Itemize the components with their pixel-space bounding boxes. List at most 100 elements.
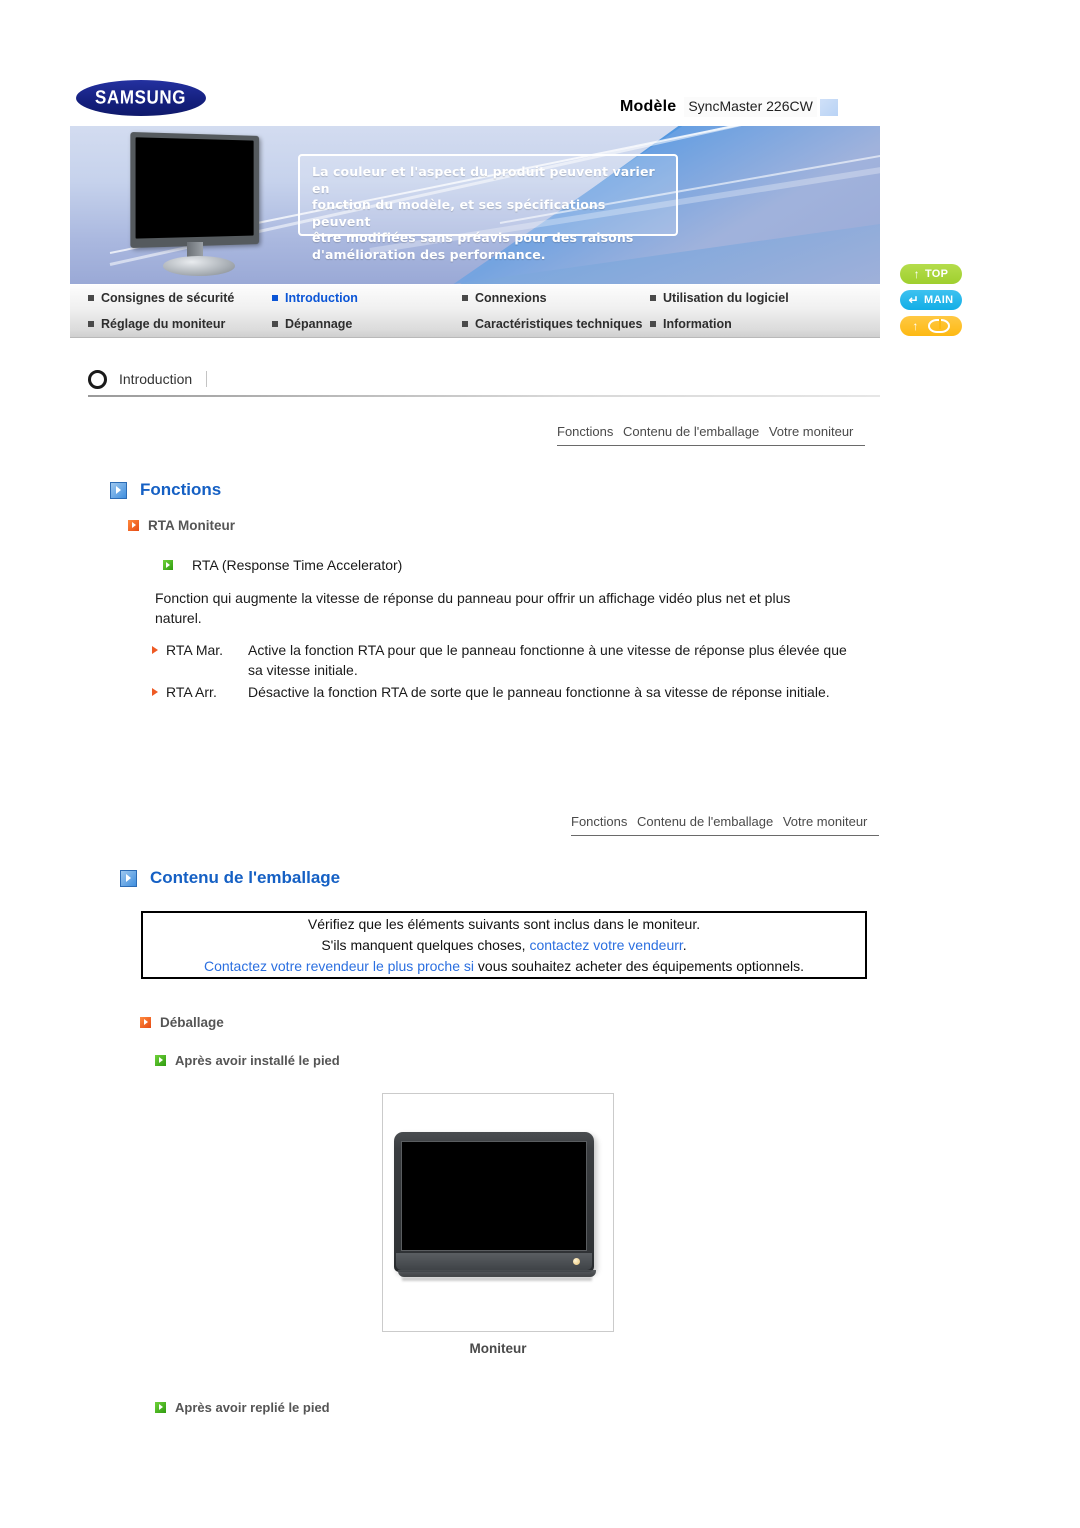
breadcrumb-item-contenu[interactable]: Contenu de l'emballage xyxy=(623,424,759,439)
package-notice-box: Vérifiez que les éléments suivants sont … xyxy=(141,911,867,979)
monitor-screen xyxy=(401,1141,587,1251)
rta-acronym-line: RTA (Response Time Accelerator) xyxy=(163,557,402,573)
green-arrow-icon xyxy=(155,1055,166,1066)
monitor-foot xyxy=(398,1270,596,1277)
nav-item-label: Caractéristiques techniques xyxy=(475,317,643,331)
bullet-square-icon xyxy=(272,321,278,327)
triangle-bullet-icon xyxy=(152,646,158,654)
banner-notice-box: La couleur et l'aspect du produit peuven… xyxy=(298,154,678,262)
notice-line2-post: . xyxy=(682,936,687,953)
banner-monitor-illustration xyxy=(125,131,270,276)
model-label: Modèle xyxy=(620,98,677,115)
notice-line3-post: vous souhaitez acheter des équipements o… xyxy=(474,957,805,974)
contact-nearest-reseller-link[interactable]: Contactez votre revendeur le plus proche… xyxy=(204,958,474,974)
section-tab-label: Introduction xyxy=(119,371,208,387)
banner-notice-line-3: être modifiées sans préavis pour des rai… xyxy=(312,230,634,245)
heading-rta-moniteur-label: RTA Moniteur xyxy=(148,518,235,533)
top-button-label: TOP xyxy=(924,268,949,280)
package-notice-line-2: S'ils manquent quelques choses, contacte… xyxy=(321,935,686,956)
nav-item-depannage[interactable]: Dépannage xyxy=(272,311,352,337)
triangle-bullet-icon xyxy=(152,688,158,696)
breadcrumb-second: Fonctions Contenu de l'emballage Votre m… xyxy=(571,814,879,836)
bullet-square-icon xyxy=(88,321,94,327)
subheading-apres-replie-pied: Après avoir replié le pied xyxy=(155,1400,330,1415)
definition-description: Active la fonction RTA pour que le panne… xyxy=(248,642,847,678)
nav-item-connexions[interactable]: Connexions xyxy=(462,285,547,311)
main-navigation: Consignes de sécurité Introduction Conne… xyxy=(70,285,880,338)
nav-item-label: Utilisation du logiciel xyxy=(663,291,789,305)
list-item: RTA Mar. Active la fonction RTA pour que… xyxy=(152,640,852,680)
main-button-label: MAIN xyxy=(924,294,954,306)
package-notice-line-3: Contactez votre revendeur le plus proche… xyxy=(204,956,804,977)
blue-arrow-icon xyxy=(120,869,137,887)
notice-line2-pre: S'ils manquent quelques choses, xyxy=(321,936,530,953)
section-tab: Introduction xyxy=(88,366,208,392)
fonctions-paragraph: Fonction qui augmente la vitesse de répo… xyxy=(155,590,791,626)
reader-button[interactable]: ↑ xyxy=(900,316,962,336)
banner-monitor-bezel xyxy=(130,131,260,249)
nav-item-label: Introduction xyxy=(285,291,358,305)
heading-contenu-emballage: Contenu de l'emballage xyxy=(120,868,340,888)
model-value: SyncMaster 226CW xyxy=(684,97,817,117)
heading-deballage: Déballage xyxy=(140,1015,224,1030)
nav-item-consignes-de-securite[interactable]: Consignes de sécurité xyxy=(88,285,234,311)
glasses-icon xyxy=(927,319,950,333)
banner-monitor-base xyxy=(163,256,235,276)
subheading-installe-label: Après avoir installé le pied xyxy=(175,1053,340,1068)
side-button-group: ↑ TOP ↵ MAIN ↑ xyxy=(900,264,970,342)
model-color-swatch xyxy=(819,98,838,116)
bullet-square-icon xyxy=(650,295,656,301)
breadcrumb-item-moniteur[interactable]: Votre moniteur xyxy=(783,814,868,829)
breadcrumb-item-contenu[interactable]: Contenu de l'emballage xyxy=(637,814,773,829)
hero-banner: La couleur et l'aspect du produit peuven… xyxy=(70,126,880,284)
rta-acronym-label: RTA (Response Time Accelerator) xyxy=(192,557,403,573)
logo-text: SAMSUNG xyxy=(95,86,187,109)
orange-arrow-icon xyxy=(140,1017,151,1028)
nav-item-caracteristiques-techniques[interactable]: Caractéristiques techniques xyxy=(462,311,642,337)
breadcrumb-item-moniteur[interactable]: Votre moniteur xyxy=(769,424,854,439)
breadcrumb-item-fonctions[interactable]: Fonctions xyxy=(571,814,627,829)
subheading-apres-installe-pied: Après avoir installé le pied xyxy=(155,1053,340,1068)
arrow-up-icon: ↑ xyxy=(912,319,919,333)
monitor-chin xyxy=(396,1253,592,1270)
nav-item-label: Connexions xyxy=(475,291,547,305)
bullet-square-icon xyxy=(462,295,468,301)
nav-item-introduction[interactable]: Introduction xyxy=(272,285,358,311)
go-main-button[interactable]: ↵ MAIN xyxy=(900,290,962,310)
bullet-square-icon xyxy=(88,295,94,301)
rta-definition-list: RTA Mar. Active la fonction RTA pour que… xyxy=(152,640,852,704)
arrow-curve-icon: ↵ xyxy=(908,293,920,307)
monitor-figure-box xyxy=(382,1093,614,1332)
model-row: Modèle SyncMaster 226CW xyxy=(620,96,838,118)
arrow-up-icon: ↑ xyxy=(913,267,920,281)
monitor-shadow xyxy=(402,1277,592,1281)
section-divider xyxy=(88,395,880,397)
nav-item-label: Consignes de sécurité xyxy=(101,291,235,305)
logo-ellipse: SAMSUNG xyxy=(76,80,206,116)
banner-monitor-screen xyxy=(135,137,254,239)
list-item: RTA Arr. Désactive la fonction RTA de so… xyxy=(152,682,852,702)
heading-rta-moniteur: RTA Moniteur xyxy=(128,518,235,533)
package-notice-line-1: Vérifiez que les éléments suivants sont … xyxy=(307,915,701,932)
nav-item-label: Information xyxy=(663,317,732,331)
banner-notice-line-2: fonction du modèle, et ses spécification… xyxy=(312,197,606,229)
nav-item-information[interactable]: Information xyxy=(650,311,732,337)
breadcrumb-item-fonctions[interactable]: Fonctions xyxy=(557,424,613,439)
scroll-to-top-button[interactable]: ↑ TOP xyxy=(900,264,962,284)
heading-fonctions-label: Fonctions xyxy=(140,480,222,499)
definition-term: RTA Mar. xyxy=(166,642,224,658)
figure-caption: Moniteur xyxy=(469,1341,527,1356)
orange-arrow-icon xyxy=(128,520,139,531)
samsung-logo: SAMSUNG xyxy=(76,78,212,118)
definition-term: RTA Arr. xyxy=(166,684,217,700)
monitor-illustration xyxy=(394,1132,601,1287)
definition-description: Désactive la fonction RTA de sorte que l… xyxy=(248,684,830,700)
banner-notice-line-4: d'amélioration des performance. xyxy=(312,246,546,262)
nav-item-utilisation-du-logiciel[interactable]: Utilisation du logiciel xyxy=(650,285,789,311)
document-page: SAMSUNG Modèle SyncMaster 226CW La coule… xyxy=(0,0,1080,1528)
contact-vendor-link[interactable]: contactez votre vendeurr xyxy=(529,937,682,953)
nav-item-reglage-du-moniteur[interactable]: Réglage du moniteur xyxy=(88,311,225,337)
nav-item-label: Dépannage xyxy=(285,317,353,331)
green-arrow-icon xyxy=(155,1402,166,1413)
circle-marker-icon xyxy=(88,369,107,389)
